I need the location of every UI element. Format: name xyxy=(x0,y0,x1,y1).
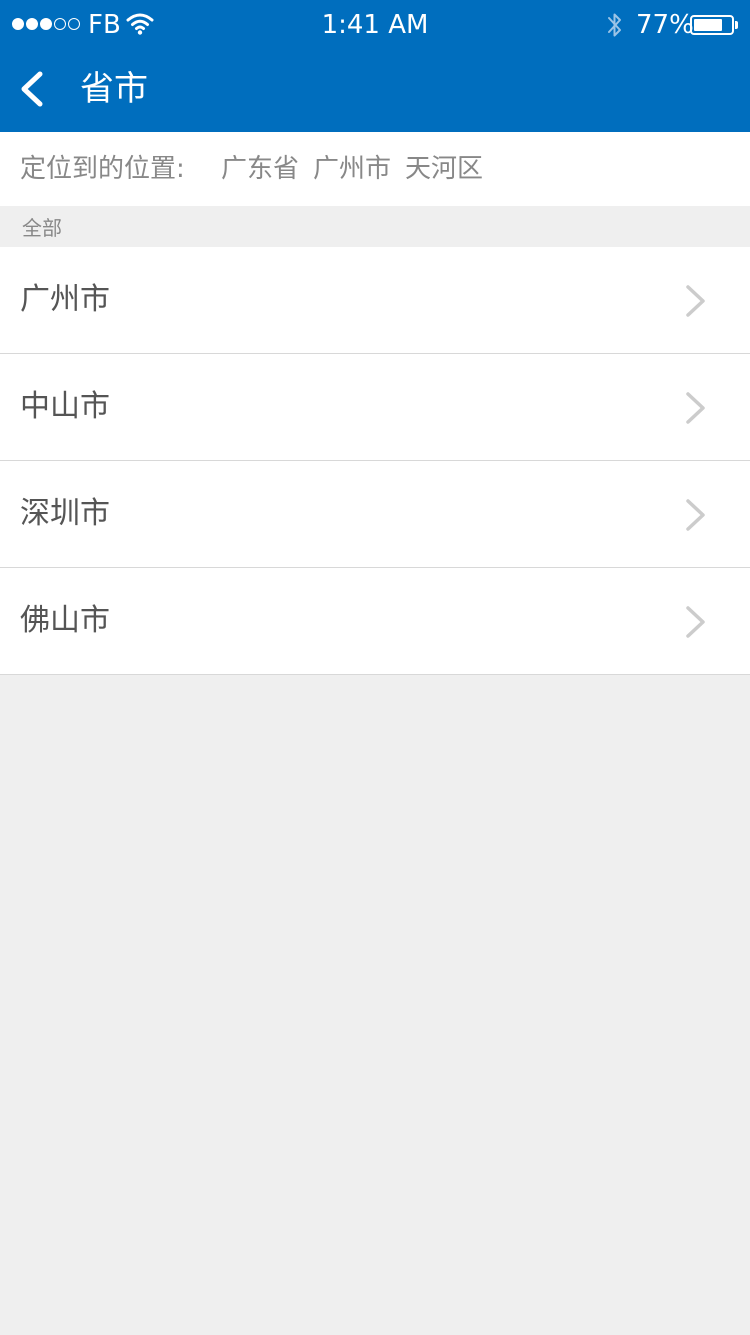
section-title: 全部 xyxy=(22,216,62,240)
battery-level-fill xyxy=(694,19,722,31)
battery-percent: 77% xyxy=(636,10,694,40)
battery-icon xyxy=(690,15,734,35)
top-bar: FB 1:41 AM 77% 省市 xyxy=(0,0,750,132)
location-province[interactable]: 广东省 xyxy=(221,152,299,186)
current-location-row: 定位到的位置: 广东省 广州市 天河区 xyxy=(0,132,750,206)
list-item[interactable]: 佛山市 xyxy=(0,568,750,675)
list-item[interactable]: 广州市 xyxy=(0,247,750,354)
chevron-right-icon xyxy=(686,499,705,531)
status-bar: FB 1:41 AM 77% xyxy=(0,0,750,50)
location-label: 定位到的位置: xyxy=(20,154,185,184)
list-item-label: 广州市 xyxy=(20,282,110,317)
battery-tip xyxy=(735,21,738,29)
list-item-label: 深圳市 xyxy=(20,496,110,531)
navigation-bar: 省市 xyxy=(0,50,750,132)
screen: FB 1:41 AM 77% 省市 定位到的位置: 广东省 广州市 天河区 全部… xyxy=(0,0,750,1335)
list-item[interactable]: 中山市 xyxy=(0,354,750,461)
chevron-right-icon xyxy=(686,606,705,638)
back-chevron-icon[interactable] xyxy=(8,62,58,116)
location-district[interactable]: 天河区 xyxy=(405,152,483,186)
page-title: 省市 xyxy=(80,69,148,109)
bluetooth-icon xyxy=(608,13,621,37)
list-item-label: 佛山市 xyxy=(20,603,110,638)
list-item-label: 中山市 xyxy=(20,389,110,424)
chevron-right-icon xyxy=(686,392,705,424)
section-header: 全部 xyxy=(0,206,750,247)
city-list: 广州市 中山市 深圳市 佛山市 xyxy=(0,247,750,675)
list-item[interactable]: 深圳市 xyxy=(0,461,750,568)
location-city[interactable]: 广州市 xyxy=(313,152,391,186)
chevron-right-icon xyxy=(686,285,705,317)
